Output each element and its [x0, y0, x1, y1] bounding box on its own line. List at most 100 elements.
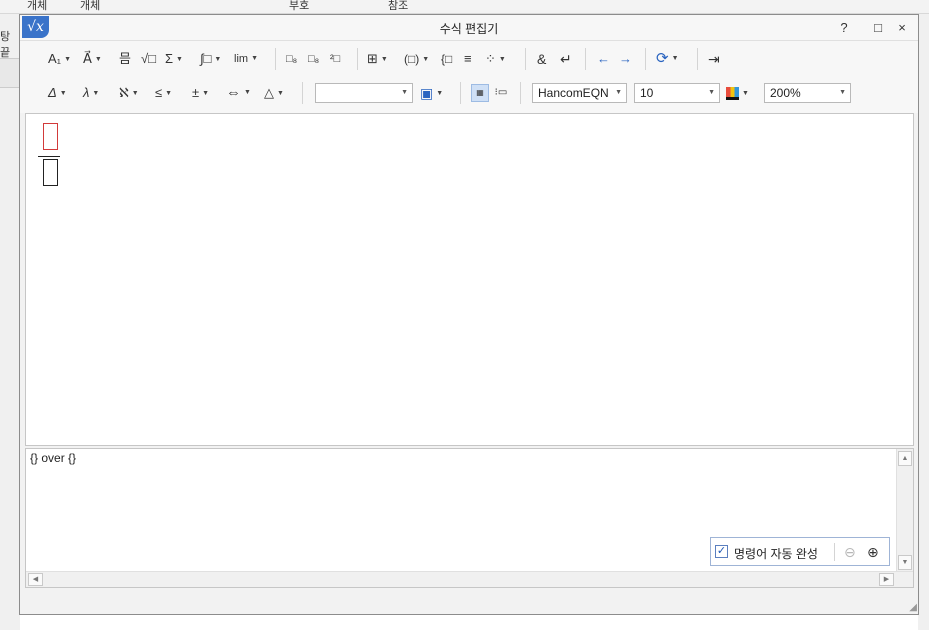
- format-icon: A₁: [48, 51, 62, 66]
- newline-button[interactable]: ↵: [560, 49, 572, 69]
- close-button[interactable]: ×: [893, 19, 911, 37]
- host-left-tab[interactable]: 탕끝: [0, 28, 20, 60]
- toolbar-separator: [275, 48, 276, 70]
- toolbar-separator: [645, 48, 646, 70]
- newline-icon: ↵: [560, 51, 572, 67]
- vertical-scrollbar[interactable]: ▲ ▼: [896, 449, 913, 573]
- right-arrow-icon: →: [619, 51, 632, 66]
- help-button[interactable]: ?: [835, 19, 853, 37]
- fraction-button[interactable]: 믐: [119, 49, 131, 69]
- display-mode-button[interactable]: ▦: [471, 84, 489, 102]
- integral-icon: ∫□: [200, 51, 212, 66]
- toolbar-separator: [585, 48, 586, 70]
- numerator-placeholder[interactable]: [43, 123, 58, 150]
- exit-icon: ⇥: [708, 51, 720, 67]
- toolbar-separator: [525, 48, 526, 70]
- greek-lower-menu-button[interactable]: λ ▼: [83, 83, 99, 103]
- greek-upper-icon: Δ: [48, 85, 57, 100]
- subscript-center-button[interactable]: □₈: [308, 49, 319, 69]
- double-arrow-icon: ⇔: [226, 84, 241, 101]
- chevron-down-icon: ▼: [436, 90, 444, 98]
- superscript-icon: ²□: [330, 53, 341, 65]
- greek-upper-menu-button[interactable]: Δ ▼: [48, 83, 67, 103]
- superscript-left-button[interactable]: ²□: [330, 49, 340, 69]
- text-mode-button[interactable]: ⁝▭: [492, 83, 510, 103]
- misc-symbol-menu-button[interactable]: △ ▼: [264, 83, 284, 103]
- triangle-icon: △: [264, 85, 274, 100]
- font-size-combo[interactable]: 10 ▼: [634, 83, 720, 103]
- font-combo[interactable]: HancomEQN ▼: [532, 83, 627, 103]
- decorate-menu-button[interactable]: A⃗ ▼: [83, 49, 102, 69]
- relation-menu-button[interactable]: ≤ ▼: [155, 83, 172, 103]
- sigma-icon: Σ: [165, 51, 174, 66]
- matrix-icon: ⊞: [367, 51, 378, 66]
- arrow-menu-button[interactable]: ⇔ ▼: [226, 83, 251, 103]
- chevron-down-icon: ▼: [59, 89, 67, 97]
- scroll-right-icon[interactable]: ▶: [879, 573, 894, 586]
- zoom-value: 200%: [770, 86, 801, 100]
- operator-menu-button[interactable]: ± ▼: [192, 83, 209, 103]
- integral-menu-button[interactable]: ∫□ ▼: [200, 49, 221, 69]
- scroll-down-icon[interactable]: ▼: [898, 555, 912, 570]
- move-left-button[interactable]: ←: [597, 49, 610, 69]
- host-ribbon-item[interactable]: 개체: [80, 0, 100, 13]
- display-mode-icon: ▦: [476, 88, 484, 97]
- parenthesis-icon: (□): [404, 52, 420, 66]
- zoom-in-icon[interactable]: ⊕: [867, 543, 879, 561]
- limit-icon: lim: [234, 53, 249, 65]
- subscript-left-button[interactable]: □₈: [286, 49, 297, 69]
- zoom-out-icon[interactable]: ⊖: [844, 543, 856, 561]
- less-equal-icon: ≤: [155, 85, 163, 100]
- chevron-down-icon: ▼: [671, 55, 679, 63]
- horizontal-scrollbar[interactable]: ◀ ▶: [26, 571, 913, 587]
- fraction-bar: [38, 156, 60, 157]
- fraction-icon: 믐: [119, 51, 131, 66]
- autocomplete-label[interactable]: 명령어 자동 완성: [734, 545, 818, 562]
- host-ribbon: 개체 개체 부호 참조: [0, 0, 929, 14]
- insert-exit-button[interactable]: ⇥: [708, 49, 720, 69]
- matrix-menu-button[interactable]: ⊞ ▼: [367, 49, 388, 69]
- scroll-left-icon[interactable]: ◀: [28, 573, 43, 586]
- ampersand-icon: &: [537, 51, 547, 67]
- lambda-icon: λ: [83, 85, 90, 100]
- format-menu-button[interactable]: A₁ ▼: [48, 49, 71, 69]
- title-bar[interactable]: √x 수식 편집기 ? □ ×: [20, 15, 918, 41]
- root-button[interactable]: √□: [141, 49, 156, 69]
- chevron-down-icon: ▼: [131, 89, 139, 97]
- host-ribbon-item[interactable]: 참조: [388, 0, 408, 13]
- color-palette-icon: [726, 87, 739, 101]
- equation-canvas[interactable]: [25, 113, 914, 446]
- grid-menu-button[interactable]: ⁘ ▼: [485, 49, 506, 69]
- plus-minus-icon: ±: [192, 85, 200, 100]
- autocomplete-panel: ✓ 명령어 자동 완성 ⊖ ⊕: [710, 537, 890, 566]
- font-color-menu-button[interactable]: ▼: [726, 83, 749, 103]
- toolbar-separator: [460, 82, 461, 104]
- color-style-menu-button[interactable]: ▣ ▼: [420, 83, 443, 103]
- align-button[interactable]: ≡: [464, 49, 472, 69]
- autocomplete-checkbox[interactable]: ✓: [715, 545, 728, 558]
- resize-grip-icon[interactable]: ◢: [909, 602, 917, 613]
- denominator-placeholder[interactable]: [43, 159, 58, 186]
- sum-menu-button[interactable]: Σ ▼: [165, 49, 183, 69]
- cases-button[interactable]: {□: [441, 49, 452, 69]
- script-text[interactable]: {} over {}: [30, 451, 76, 465]
- scroll-up-icon[interactable]: ▲: [898, 451, 912, 466]
- font-combo-value: HancomEQN: [538, 86, 609, 100]
- align-icon: ≡: [464, 51, 472, 66]
- chevron-down-icon: ▼: [742, 89, 749, 97]
- maximize-button[interactable]: □: [869, 19, 887, 37]
- chevron-down-icon: ▼: [380, 55, 388, 63]
- host-ribbon-item[interactable]: 부호: [289, 0, 309, 13]
- limit-menu-button[interactable]: lim ▼: [234, 49, 258, 69]
- refresh-menu-button[interactable]: ⟳ ▼: [656, 49, 679, 69]
- script-editor[interactable]: {} over {} ▲ ▼ ◀ ▶ ✓ 명령어 자동 완성 ⊖ ⊕: [25, 448, 914, 588]
- zoom-combo[interactable]: 200% ▼: [764, 83, 851, 103]
- subscript-icon: □₈: [308, 53, 320, 65]
- hebrew-menu-button[interactable]: ℵ ▼: [119, 83, 139, 103]
- style-combo[interactable]: ▼: [315, 83, 413, 103]
- chevron-down-icon: ▼: [277, 89, 284, 97]
- host-ribbon-item[interactable]: 개체: [27, 0, 47, 13]
- parenthesis-menu-button[interactable]: (□) ▼: [404, 49, 429, 69]
- ampersand-button[interactable]: &: [537, 49, 546, 69]
- move-right-button[interactable]: →: [619, 49, 632, 69]
